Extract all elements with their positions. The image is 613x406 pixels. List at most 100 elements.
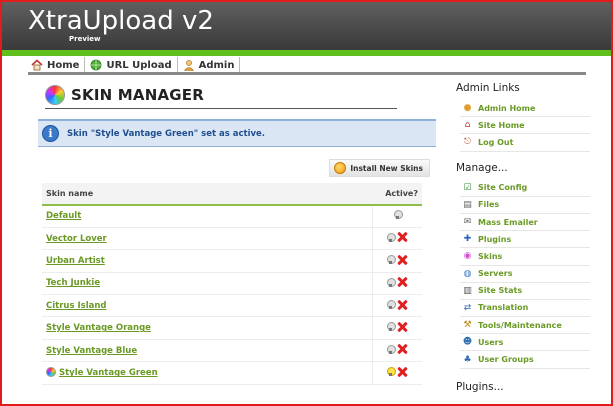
table-row: Style Vantage Blue [42,339,422,363]
sidebar-item-admin-home[interactable]: ● Admin Home [460,100,590,118]
stats-icon: ▥ [463,285,472,296]
delete-icon[interactable] [397,344,407,354]
skin-active-cell [371,316,422,340]
skin-name-cell: Default [42,205,372,228]
table-row: Style Vantage Orange [42,316,422,340]
table-header-row: Skin name Active? [42,183,422,206]
page-title: SKIN MANAGER [71,86,204,104]
nav-url-upload[interactable]: URL Upload [84,57,176,73]
sidebar: Admin Links ● Admin Home ⌂ Site Home ⎋ Log Ou… [456,82,596,399]
skin-active-cell [371,339,422,363]
sidebar-item-user-groups[interactable]: ♣ User Groups [460,351,590,369]
sidebar-item-site-config[interactable]: ☑ Site Config [460,180,590,197]
main-content: SKIN MANAGER i Skin "Style Vantage Green… [38,82,436,385]
house-icon: ⌂ [464,120,471,131]
site-logo-subtitle: Preview [69,35,101,43]
logout-icon: ⎋ [463,137,472,148]
sidebar-link[interactable]: Admin Home [478,104,535,113]
sidebar-link[interactable]: Site Stats [478,286,522,295]
delete-icon[interactable] [397,322,407,332]
sidebar-item-users[interactable]: ☻ Users [460,334,590,352]
header-accent-bar [2,50,611,56]
skin-name-link[interactable]: Urban Artist [46,256,105,266]
skin-name-cell: Urban Artist [42,249,372,273]
lightbulb-off-icon[interactable] [393,210,403,220]
sidebar-item-files[interactable]: ▤ Files [460,197,590,214]
table-row: Tech Junkie [42,272,422,296]
install-icon [334,162,347,174]
active-skin-icon [46,367,56,378]
sidebar-item-tools-maintenance[interactable]: ⚒ Tools/Maintenance [460,317,590,335]
sidebar-item-servers[interactable]: ◍ Servers [460,266,590,283]
skin-name-link[interactable]: Citrus Island [46,301,106,311]
skins-table: Skin name Active? Default Vector Lover Urb… [42,183,422,385]
sidebar-link[interactable]: Users [478,338,503,347]
skin-active-cell [371,249,422,273]
site-logo[interactable]: XtraUpload v2 [28,6,214,36]
table-row: Vector Lover [42,227,422,251]
lightbulb-off-icon[interactable] [387,232,397,242]
delete-icon[interactable] [397,367,407,377]
sidebar-item-site-stats[interactable]: ▥ Site Stats [460,283,590,300]
table-row: Urban Artist [42,249,422,273]
skin-active-cell [371,272,422,296]
manage-links-list: ☑ Site Config ▤ Files ✉ Mass Emailer ✚ Plugins ◉… [460,180,590,369]
skin-name-link[interactable]: Style Vantage Blue [46,346,137,356]
skin-name-link[interactable]: Tech Junkie [46,278,100,288]
lightbulb-off-icon[interactable] [387,344,397,354]
status-notice: i Skin "Style Vantage Green" set as acti… [38,119,436,147]
skin-active-cell [371,361,422,385]
skin-name-link[interactable]: Vector Lover [46,234,107,244]
delete-icon[interactable] [397,277,407,287]
nav-home[interactable]: Home [28,57,84,73]
user-icon: ● [463,103,472,114]
delete-icon[interactable] [397,255,407,265]
user-groups-icon: ♣ [463,354,472,365]
nav-admin-label: Admin [198,59,235,71]
sidebar-link[interactable]: Plugins [478,235,511,244]
browser-frame: XtraUpload v2 Preview Home URL Upload Ad… [0,0,613,406]
sidebar-link[interactable]: Log Out [478,138,513,147]
email-icon: ✉ [463,217,472,228]
sidebar-link[interactable]: Skins [478,252,502,261]
lightbulb-off-icon[interactable] [387,255,397,265]
skin-name-link[interactable]: Default [46,211,81,221]
sidebar-item-skins[interactable]: ◉ Skins [460,248,590,266]
skins-icon: ◉ [463,251,472,262]
nav-url-upload-label: URL Upload [106,59,172,71]
delete-icon[interactable] [397,300,407,310]
sidebar-link[interactable]: Servers [478,269,512,278]
install-new-skins-button[interactable]: Install New Skins [329,159,430,177]
lightbulb-off-icon[interactable] [387,277,397,287]
nav-admin[interactable]: Admin [176,57,241,73]
sidebar-item-translation[interactable]: ⇄ Translation [460,300,590,318]
skin-name-link[interactable]: Style Vantage Orange [46,323,151,333]
sidebar-item-plugins[interactable]: ✚ Plugins [460,231,590,249]
sidebar-link[interactable]: Tools/Maintenance [478,321,562,330]
skin-name-cell: Citrus Island [42,294,372,318]
sidebar-item-site-home[interactable]: ⌂ Site Home [460,117,590,135]
lightbulb-on-icon[interactable] [387,367,397,377]
user-icon [183,59,195,71]
sidebar-link[interactable]: Site Config [478,183,527,192]
users-icon: ☻ [462,337,473,348]
sidebar-item-log-out[interactable]: ⎋ Log Out [460,134,590,152]
skin-name-link[interactable]: Style Vantage Green [59,368,158,378]
lightbulb-off-icon[interactable] [387,322,397,332]
lightbulb-off-icon[interactable] [387,300,397,309]
install-new-skins-label: Install New Skins [350,163,423,173]
delete-icon[interactable] [397,232,407,242]
table-row: Default [42,205,422,228]
skins-icon [45,85,65,105]
house-icon [31,59,43,71]
sidebar-link[interactable]: Site Home [478,121,525,130]
sidebar-link[interactable]: Translation [478,303,528,312]
sidebar-link[interactable]: Mass Emailer [478,218,538,227]
sidebar-item-mass-emailer[interactable]: ✉ Mass Emailer [460,214,590,232]
sidebar-link[interactable]: User Groups [478,355,534,364]
skin-name-cell: Tech Junkie [42,272,372,296]
skin-active-cell [371,205,422,228]
sidebar-link[interactable]: Files [478,200,499,209]
admin-links-heading: Admin Links [456,82,520,94]
config-icon: ☑ [463,182,472,193]
